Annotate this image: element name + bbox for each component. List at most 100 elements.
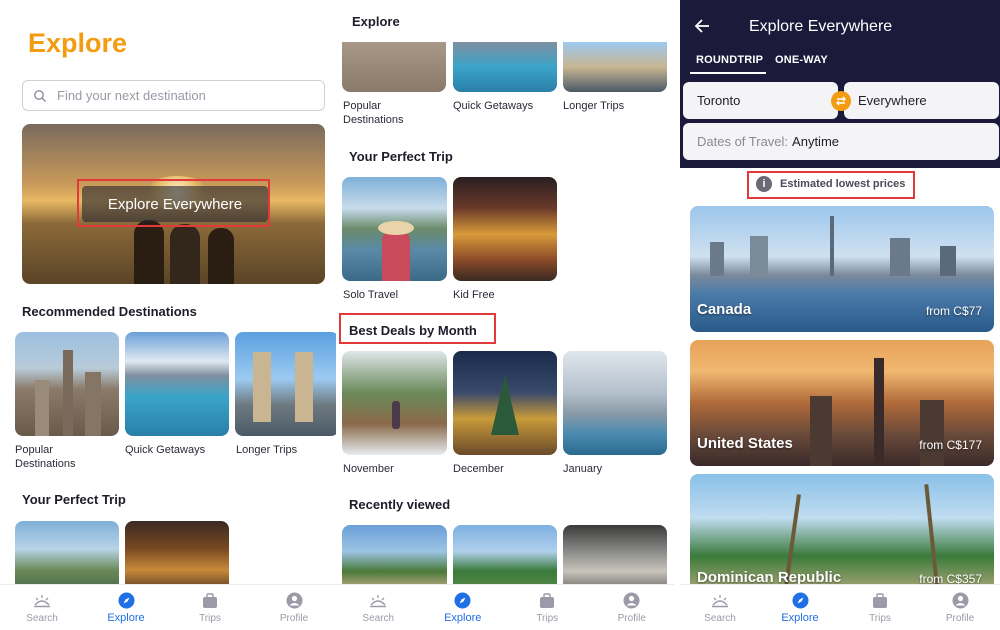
origin-value: Toronto — [697, 93, 741, 108]
compass-icon — [791, 591, 809, 609]
search-header: Explore Everywhere ROUNDTRIP ONE-WAY Tor… — [680, 0, 1000, 168]
nav-trips-label: Trips — [536, 612, 559, 624]
destination-price: from C$177 — [919, 438, 982, 452]
nav-search-label: Search — [362, 612, 395, 624]
dates-value: Anytime — [792, 134, 840, 149]
destination-value: Everywhere — [858, 93, 927, 108]
month-label-december: December — [453, 463, 504, 475]
recommended-label-quick: Quick Getaways — [125, 444, 206, 456]
nav-search[interactable]: Search — [680, 585, 760, 630]
nav-search[interactable]: Search — [0, 585, 84, 630]
suitcase-icon — [538, 592, 556, 610]
info-highlight — [747, 171, 915, 199]
top-card-quick[interactable] — [453, 42, 557, 92]
swap-icon[interactable] — [831, 91, 851, 111]
sunrise-icon — [711, 592, 729, 610]
nav-trips[interactable]: Trips — [505, 585, 590, 630]
tab-roundtrip-underline — [690, 72, 766, 74]
suitcase-icon — [871, 592, 889, 610]
screen-title: Explore Everywhere — [749, 18, 893, 35]
bottom-nav: Search Explore Trips Profile — [680, 584, 1000, 630]
explore-everywhere-screen: Explore Everywhere ROUNDTRIP ONE-WAY Tor… — [680, 0, 1000, 630]
profile-icon — [951, 592, 969, 610]
recommended-label-longer: Longer Trips — [236, 444, 298, 456]
recent-card-1[interactable] — [342, 525, 447, 591]
nav-explore-label: Explore — [107, 612, 145, 624]
nav-search[interactable]: Search — [336, 585, 421, 630]
nav-trips-label: Trips — [199, 612, 221, 624]
origin-field[interactable]: Toronto — [683, 82, 838, 119]
best-deals-highlight — [339, 313, 496, 344]
profile-icon — [623, 592, 641, 610]
explore-screen: Explore Find your next destination Explo… — [0, 0, 336, 630]
nav-explore-label: Explore — [444, 612, 482, 624]
month-card-january[interactable] — [563, 351, 667, 455]
nav-trips[interactable]: Trips — [168, 585, 252, 630]
month-card-november[interactable] — [342, 351, 447, 455]
month-label-november: November — [343, 463, 394, 475]
recent-card-3[interactable] — [563, 525, 667, 591]
top-card-longer[interactable] — [563, 42, 667, 92]
recommended-card-longer-trips[interactable] — [235, 332, 336, 436]
destination-field[interactable]: Everywhere — [844, 82, 999, 119]
dates-label: Dates of Travel: — [697, 134, 789, 149]
top-label-quick: Quick Getaways — [453, 100, 534, 112]
perfect-trip-card-kid-free[interactable] — [125, 521, 229, 591]
nav-trips-label: Trips — [869, 612, 891, 624]
hero-highlight — [77, 179, 270, 227]
recently-viewed-title: Recently viewed — [349, 497, 451, 512]
nav-profile-label: Profile — [279, 612, 309, 624]
back-arrow-icon[interactable] — [694, 18, 712, 34]
recommended-title: Recommended Destinations — [22, 304, 197, 319]
nav-explore[interactable]: Explore — [84, 585, 168, 630]
bottom-nav: Search Explore Trips Profile — [0, 584, 336, 630]
nav-profile[interactable]: Profile — [590, 585, 675, 630]
bottom-nav: Search Explore Trips Profile — [336, 584, 674, 630]
perfect-trip-title: Your Perfect Trip — [349, 149, 453, 164]
sunrise-icon — [369, 592, 387, 610]
destination-card-canada[interactable]: Canada from C$77 — [690, 206, 994, 332]
nav-profile[interactable]: Profile — [252, 585, 336, 630]
compass-icon — [117, 591, 135, 609]
top-label-longer: Longer Trips — [563, 100, 625, 112]
profile-icon — [285, 592, 303, 610]
nav-explore[interactable]: Explore — [421, 585, 506, 630]
nav-search-label: Search — [704, 612, 736, 624]
tab-roundtrip[interactable]: ROUNDTRIP — [696, 54, 763, 66]
recommended-card-quick-getaways[interactable] — [125, 332, 229, 436]
search-placeholder: Find your next destination — [57, 88, 206, 103]
perfect-trip-label-kid-free: Kid Free — [453, 289, 495, 301]
destination-card-united-states[interactable]: United States from C$177 — [690, 340, 994, 466]
destination-name: Canada — [697, 301, 752, 318]
tab-one-way[interactable]: ONE-WAY — [775, 54, 828, 66]
nav-profile[interactable]: Profile — [920, 585, 1000, 630]
recommended-card-popular[interactable] — [15, 332, 119, 436]
perfect-trip-title: Your Perfect Trip — [22, 492, 126, 507]
recommended-label-popular: Popular Destinations — [15, 444, 76, 470]
month-label-january: January — [563, 463, 603, 475]
page-title: Explore — [28, 28, 128, 58]
nav-profile-label: Profile — [945, 612, 975, 624]
compass-icon — [454, 591, 472, 609]
suitcase-icon — [201, 592, 219, 610]
header-title: Explore — [352, 14, 400, 29]
destination-name: United States — [697, 435, 793, 452]
dates-field[interactable]: Dates of Travel: Anytime — [683, 123, 999, 160]
destination-card-dominican-republic[interactable]: Dominican Republic from C$357 — [690, 474, 994, 600]
explore-scrolled-screen: Explore Popular Destinations Quick Getaw… — [336, 0, 674, 630]
nav-search-label: Search — [26, 612, 58, 624]
recent-card-2[interactable] — [453, 525, 557, 591]
top-label-popular: Popular Destinations — [343, 100, 404, 126]
nav-profile-label: Profile — [617, 612, 646, 624]
destination-price: from C$77 — [925, 304, 982, 318]
perfect-trip-card-kid-free[interactable] — [453, 177, 557, 281]
search-icon — [34, 89, 46, 102]
perfect-trip-card-solo[interactable] — [342, 177, 447, 281]
perfect-trip-label-solo: Solo Travel — [343, 289, 399, 301]
nav-explore[interactable]: Explore — [760, 585, 840, 630]
search-input[interactable]: Find your next destination — [22, 80, 325, 111]
nav-trips[interactable]: Trips — [840, 585, 920, 630]
top-card-popular[interactable] — [342, 42, 446, 92]
month-card-december[interactable] — [453, 351, 557, 455]
perfect-trip-card-solo[interactable] — [15, 521, 119, 591]
